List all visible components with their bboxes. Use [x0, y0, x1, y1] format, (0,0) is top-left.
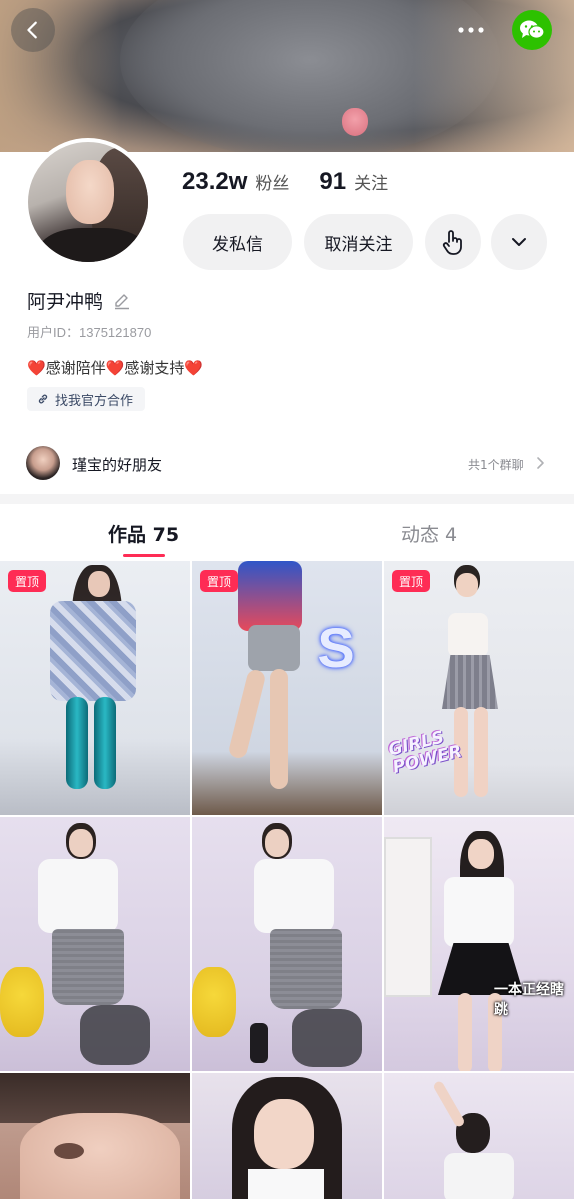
- chevron-left-icon: [27, 21, 37, 39]
- thumb-pikachu: [0, 967, 44, 1037]
- tab-works[interactable]: 作品 75: [108, 520, 179, 547]
- s-sticker: S: [317, 616, 355, 679]
- business-link-chip[interactable]: 找我官方合作: [27, 387, 146, 411]
- thumb-leg: [458, 993, 472, 1071]
- thumb-leg: [66, 697, 88, 789]
- thumb-leg: [227, 668, 267, 760]
- content-tabs: 作品 75 动态 4: [0, 504, 574, 560]
- edit-icon[interactable]: [113, 292, 131, 310]
- thumb-legs: [292, 1009, 362, 1067]
- video-caption: 一本正经瞎跳: [494, 982, 564, 1018]
- thumb-skirt: [52, 929, 124, 1005]
- thumb-legs: [80, 1005, 150, 1065]
- touch-button[interactable]: [425, 214, 481, 270]
- avatar-face: [66, 160, 114, 224]
- unfollow-button[interactable]: 取消关注: [304, 214, 413, 270]
- video-thumbnail[interactable]: S 置顶: [192, 561, 382, 815]
- pinned-badge: 置顶: [392, 570, 431, 592]
- thumb-face: [69, 829, 93, 857]
- video-thumbnail[interactable]: GIRLS POWER 置顶: [384, 561, 574, 815]
- pinned-badge: 置顶: [200, 570, 239, 592]
- thumb-face: [20, 1113, 180, 1199]
- video-thumbnail[interactable]: 置顶: [0, 561, 190, 815]
- thumb-eye: [54, 1143, 84, 1159]
- thumb-shorts: [248, 625, 300, 671]
- avatar[interactable]: [24, 138, 152, 266]
- thumb-shirt: [248, 1169, 324, 1199]
- thumb-shirt: [38, 859, 118, 933]
- more-dots-icon: [458, 27, 484, 33]
- tab-moments[interactable]: 动态 4: [401, 520, 457, 547]
- group-count: 共1个群聊: [468, 458, 524, 472]
- profile-bio: ❤️感谢陪伴❤️感谢支持❤️: [27, 357, 203, 378]
- bio-text-1: 感谢陪伴: [45, 359, 106, 377]
- thumb-plaid-jacket: [50, 601, 136, 701]
- business-link-label: 找我官方合作: [55, 393, 134, 409]
- thumb-pikachu: [192, 967, 236, 1037]
- bio-text-2: 感谢支持: [124, 359, 185, 377]
- thumb-skirt: [270, 929, 342, 1009]
- followers-label[interactable]: 粉丝: [255, 169, 289, 194]
- avatar-dress: [38, 228, 148, 262]
- heart-icon: ❤️: [27, 359, 46, 377]
- group-name: 瑾宝的好朋友: [72, 456, 163, 474]
- video-thumbnail[interactable]: [192, 817, 382, 1071]
- chevron-right-icon: [537, 457, 544, 469]
- thumb-face: [468, 839, 494, 869]
- thumb-leg: [270, 669, 288, 789]
- heart-icon: ❤️: [105, 359, 125, 377]
- wechat-share-button[interactable]: [512, 10, 552, 50]
- link-icon: [38, 394, 48, 404]
- thumb-leg: [474, 707, 488, 797]
- video-thumbnail[interactable]: 一本正经瞎跳: [384, 817, 574, 1071]
- thumb-shirt: [444, 1153, 514, 1199]
- wechat-icon: [520, 20, 545, 39]
- thumb-arm: [432, 1079, 466, 1129]
- message-button[interactable]: 发私信: [183, 214, 292, 270]
- thumb-shirt: [254, 859, 334, 933]
- thumb-shirt: [444, 877, 514, 947]
- following-count[interactable]: 91: [319, 168, 346, 196]
- chevron-down-icon: [512, 238, 526, 246]
- thumb-top: [448, 613, 488, 657]
- video-thumbnail[interactable]: [0, 1073, 190, 1199]
- video-thumbnail[interactable]: [384, 1073, 574, 1199]
- thumb-skirt: [442, 655, 498, 709]
- more-button[interactable]: [449, 12, 493, 48]
- thumb-shelf: [384, 837, 432, 997]
- profile-stats: 23.2w 粉丝 91 关注: [182, 168, 388, 196]
- active-tab-indicator: [123, 554, 165, 557]
- profile-name: 阿尹冲鸭: [27, 287, 131, 314]
- expand-button[interactable]: [491, 214, 547, 270]
- thumb-face: [456, 573, 478, 597]
- pinned-badge: 置顶: [8, 570, 47, 592]
- thumb-face: [88, 571, 110, 597]
- user-id[interactable]: 用户ID：1375121870: [27, 322, 151, 341]
- banner-cat-nose: [342, 108, 368, 136]
- video-thumbnail[interactable]: [0, 817, 190, 1071]
- following-label[interactable]: 关注: [354, 169, 388, 194]
- thumb-leg: [94, 697, 116, 789]
- thumb-face: [265, 829, 289, 857]
- girls-power-sticker: GIRLS POWER: [386, 725, 463, 778]
- video-thumbnail[interactable]: [192, 1073, 382, 1199]
- group-chat-row[interactable]: 瑾宝的好朋友 共1个群聊: [0, 444, 574, 484]
- thumb-shoe: [250, 1023, 268, 1063]
- back-button[interactable]: [11, 8, 55, 52]
- hand-tap-icon: [442, 230, 462, 255]
- thumb-top: [238, 561, 302, 631]
- heart-icon: ❤️: [184, 359, 204, 377]
- thumb-face: [254, 1099, 314, 1169]
- group-avatar: [26, 446, 60, 480]
- profile-name-text: 阿尹冲鸭: [27, 291, 104, 313]
- section-divider: [0, 494, 574, 504]
- followers-count[interactable]: 23.2w: [182, 168, 247, 196]
